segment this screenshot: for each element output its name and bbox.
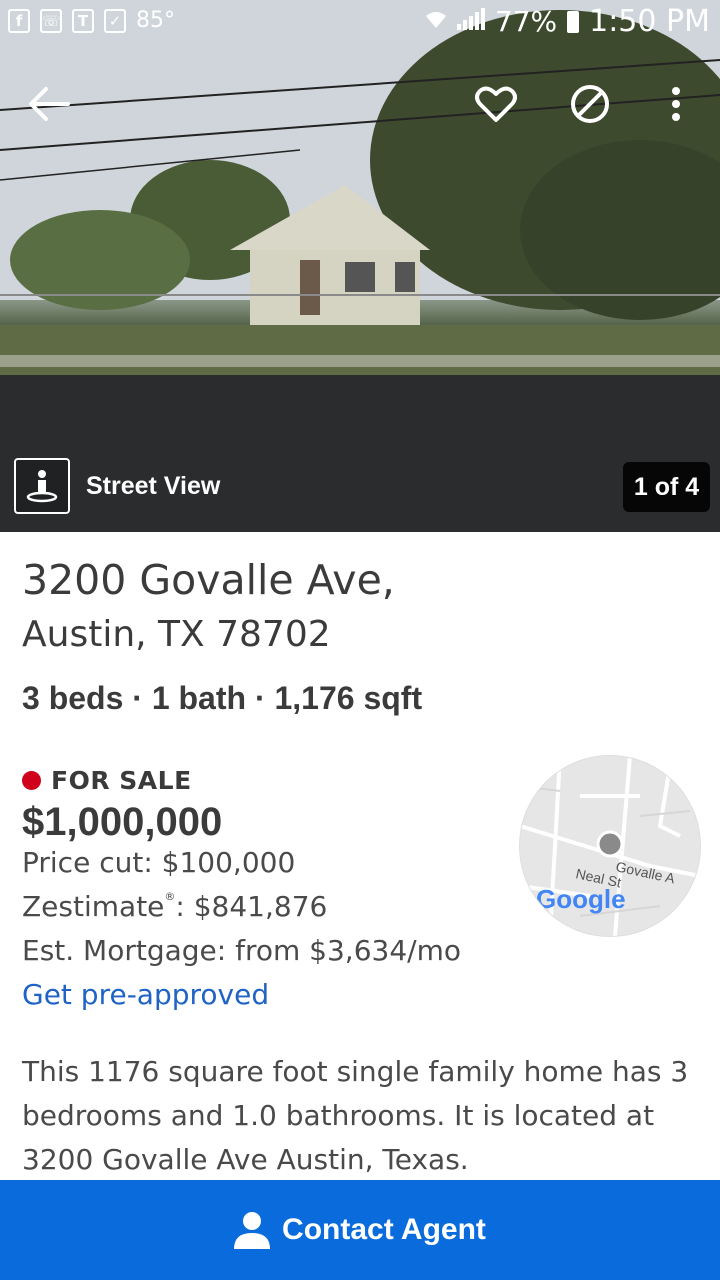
battery-percent: 77% xyxy=(494,5,558,38)
arrow-left-icon xyxy=(29,87,70,121)
status-dot-icon xyxy=(22,771,41,790)
tmobile-icon: T xyxy=(72,8,94,33)
location-map-thumbnail[interactable]: Govalle A Neal St Google xyxy=(520,756,700,936)
zestimate-label: Zestimate xyxy=(22,890,165,923)
mortgage-estimate: Est. Mortgage: from $3,634/mo xyxy=(22,934,461,967)
shield-icon: ✓ xyxy=(104,8,126,33)
hide-listing-button[interactable] xyxy=(566,80,614,128)
street-view-icon xyxy=(14,458,70,514)
street-view-label: Street View xyxy=(86,471,221,500)
wifi-call-icon: ☏ xyxy=(40,8,62,33)
get-preapproved-link[interactable]: Get pre-approved xyxy=(22,978,269,1011)
favorite-button[interactable] xyxy=(472,80,520,128)
street-view-button[interactable]: Street View xyxy=(14,458,220,514)
price-cut: Price cut: $100,000 xyxy=(22,846,296,879)
address-street: 3200 Govalle Ave, xyxy=(22,556,395,604)
clock: 1:50 PM xyxy=(589,4,710,39)
listing-photo[interactable]: f ☏ T ✓ 85° 77% 1:50 PM Street View 1 of… xyxy=(0,0,720,532)
zestimate-value: : $841,876 xyxy=(175,890,328,923)
contact-agent-button[interactable]: Contact Agent xyxy=(0,1180,720,1280)
google-logo: Google xyxy=(536,884,626,914)
zestimate: Zestimate®: $841,876 xyxy=(22,890,328,923)
status-bar: f ☏ T ✓ 85° 77% 1:50 PM xyxy=(0,0,720,48)
heart-outline-icon xyxy=(475,86,517,122)
wifi-icon xyxy=(425,7,447,37)
battery-icon xyxy=(567,10,580,33)
status-label: FOR SALE xyxy=(51,766,192,795)
photo-counter: 1 of 4 xyxy=(623,462,710,512)
more-vertical-icon xyxy=(672,87,680,121)
contact-agent-label: Contact Agent xyxy=(282,1213,486,1246)
temperature: 85° xyxy=(136,8,175,33)
price: $1,000,000 xyxy=(22,800,223,844)
block-icon xyxy=(571,85,609,123)
more-options-button[interactable] xyxy=(652,80,700,128)
person-icon xyxy=(234,1212,271,1249)
address-city: Austin, TX 78702 xyxy=(22,614,331,655)
signal-icon xyxy=(456,7,485,37)
listing-description: This 1176 square foot single family home… xyxy=(22,1055,689,1176)
back-button[interactable] xyxy=(24,80,72,128)
listing-status: FOR SALE xyxy=(22,766,192,795)
facebook-icon: f xyxy=(8,8,30,33)
map-graphic: Govalle A Neal St Google xyxy=(520,756,700,936)
property-facts: 3 beds · 1 bath · 1,176 sqft xyxy=(22,680,423,716)
